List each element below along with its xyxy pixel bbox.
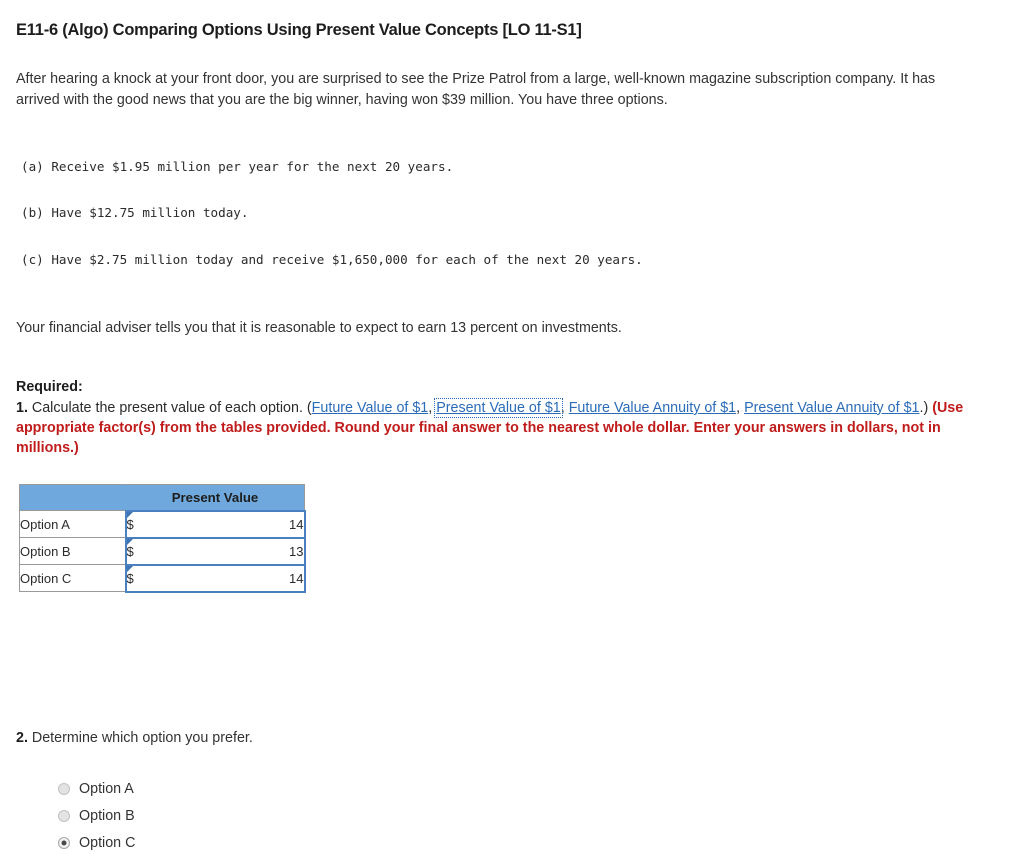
cell-value-option-c: 14 — [289, 570, 304, 586]
part-2-text: Determine which option you prefer. — [27, 729, 253, 746]
radio-button-option-b[interactable] — [58, 810, 70, 823]
intro-paragraph: After hearing a knock at your front door… — [16, 71, 936, 109]
cell-corner-flag-icon — [126, 511, 133, 518]
cell-content-option-b: $ 13 — [127, 539, 304, 564]
cell-content-option-a: $ 14 — [127, 512, 304, 537]
row-label-option-a: Option A — [19, 510, 126, 539]
option-line-c: (c) Have $2.75 million today and receive… — [21, 251, 643, 267]
required-section: Required: 1. Calculate the present value… — [16, 377, 1006, 458]
option-line-a: (a) Receive $1.95 million per year for t… — [21, 159, 454, 175]
table-header-row: Present Value — [19, 483, 305, 512]
radio-label-option-a: Option A — [79, 781, 134, 798]
required-close-paren: .) — [919, 399, 933, 416]
option-line-b: (b) Have $12.75 million today. — [21, 205, 249, 221]
radio-label-option-b: Option B — [79, 808, 135, 825]
row-label-option-b: Option B — [19, 537, 126, 566]
table-header-present-value: Present Value — [125, 483, 305, 512]
link-sep-3: , — [736, 399, 745, 416]
required-label: Required: — [16, 378, 83, 395]
page-title: E11-6 (Algo) Comparing Options Using Pre… — [16, 21, 582, 39]
input-cell-option-b[interactable]: $ 13 — [124, 536, 306, 566]
exercise-page: E11-6 (Algo) Comparing Options Using Pre… — [0, 0, 1024, 857]
table-row: Option B $ 13 — [19, 536, 306, 566]
cell-value-option-b: 13 — [289, 543, 304, 559]
row-label-option-c: Option C — [19, 564, 126, 593]
radio-row-option-b[interactable]: Option B — [58, 803, 1008, 830]
radio-row-option-c[interactable]: Option C — [58, 830, 1008, 857]
cell-content-option-c: $ 14 — [127, 566, 304, 591]
cell-corner-flag-icon — [126, 565, 133, 572]
radio-row-option-a[interactable]: Option A — [58, 776, 1008, 803]
link-sep-2: , — [560, 399, 569, 416]
currency-symbol: $ — [126, 570, 134, 586]
input-cell-option-c[interactable]: $ 14 — [124, 563, 306, 593]
options-list: (a) Receive $1.95 million per year for t… — [16, 128, 1008, 297]
currency-symbol: $ — [126, 543, 134, 559]
present-value-table: Present Value Option A $ 14 Option B $ 1… — [19, 483, 306, 593]
table-row: Option C $ 14 — [19, 563, 306, 593]
currency-symbol: $ — [126, 516, 134, 532]
adviser-note: Your financial adviser tells you that it… — [16, 319, 622, 336]
part-2-number: 2. — [16, 729, 28, 746]
cell-corner-flag-icon — [126, 538, 133, 545]
required-item-1-number: 1. — [16, 399, 28, 416]
link-sep-1: , — [428, 399, 437, 416]
cell-value-option-a: 14 — [289, 516, 304, 532]
radio-label-option-c: Option C — [79, 835, 136, 852]
table-header-blank — [19, 483, 126, 512]
option-preference-radio-group: Option A Option B Option C — [58, 776, 1008, 857]
radio-button-option-a[interactable] — [58, 783, 70, 796]
link-future-value-annuity-of-1[interactable]: Future Value Annuity of $1 — [569, 400, 736, 416]
link-present-value-of-1[interactable]: Present Value of $1 — [434, 397, 563, 418]
radio-button-option-c[interactable] — [58, 837, 70, 850]
link-future-value-of-1[interactable]: Future Value of $1 — [312, 400, 429, 416]
table-row: Option A $ 14 — [19, 509, 306, 539]
required-item-1: 1. Calculate the present value of each o… — [16, 397, 1006, 458]
link-present-value-annuity-of-1[interactable]: Present Value Annuity of $1 — [744, 400, 919, 416]
input-cell-option-a[interactable]: $ 14 — [124, 509, 306, 539]
required-item-1-text: Calculate the present value of each opti… — [27, 399, 312, 416]
